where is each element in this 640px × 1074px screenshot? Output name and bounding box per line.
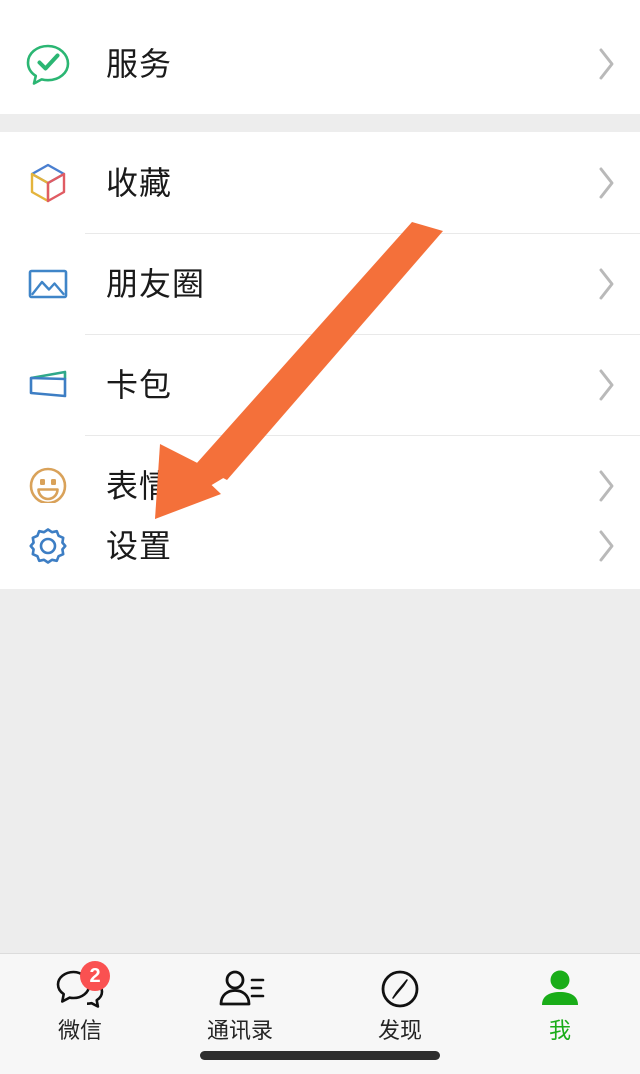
list-item-label: 服务 bbox=[106, 45, 173, 82]
cube-icon bbox=[20, 155, 76, 211]
tab-label-discover: 发现 bbox=[377, 1018, 422, 1043]
tab-wechat[interactable]: 2 微信 bbox=[0, 954, 160, 1074]
photos-icon bbox=[20, 256, 76, 312]
wallet-icon bbox=[20, 357, 76, 413]
contacts-icon bbox=[212, 966, 268, 1014]
main-card: 收藏 朋友圈 卡包 表情 bbox=[0, 132, 640, 536]
tab-me[interactable]: 我 bbox=[480, 954, 640, 1074]
list-item-settings[interactable]: 设置 bbox=[0, 503, 640, 589]
gear-icon bbox=[20, 518, 76, 574]
compass-icon bbox=[372, 966, 428, 1014]
list-item-favorites[interactable]: 收藏 bbox=[0, 132, 640, 233]
list-item-label: 卡包 bbox=[106, 366, 173, 403]
chevron-right-icon bbox=[596, 266, 618, 302]
chat-check-icon bbox=[20, 36, 76, 92]
list-item-label: 表情 bbox=[106, 467, 173, 504]
unread-badge: 2 bbox=[80, 961, 110, 991]
list-item-cards[interactable]: 卡包 bbox=[0, 334, 640, 435]
tab-label-me: 我 bbox=[548, 1018, 571, 1043]
wechat-me-screen: 服务 收藏 朋友圈 卡包 表情 设置 2 微信 通讯录 发现 我 bbox=[0, 0, 640, 1074]
chevron-right-icon bbox=[596, 46, 618, 82]
tab-label-wechat: 微信 bbox=[57, 1018, 102, 1043]
chevron-right-icon bbox=[596, 165, 618, 201]
chevron-right-icon bbox=[596, 468, 618, 504]
person-icon bbox=[532, 966, 588, 1014]
list-item-label: 朋友圈 bbox=[106, 265, 206, 302]
home-indicator bbox=[200, 1051, 440, 1060]
list-item-moments[interactable]: 朋友圈 bbox=[0, 233, 640, 334]
tab-label-contacts: 通讯录 bbox=[206, 1018, 273, 1043]
chat-bubbles-icon: 2 bbox=[52, 961, 110, 1014]
services-card: 服务 bbox=[0, 13, 640, 114]
chevron-right-icon bbox=[596, 528, 618, 564]
chevron-right-icon bbox=[596, 367, 618, 403]
list-item-services[interactable]: 服务 bbox=[0, 13, 640, 114]
settings-card: 设置 bbox=[0, 503, 640, 589]
list-item-label: 收藏 bbox=[106, 164, 173, 201]
list-item-label: 设置 bbox=[106, 528, 173, 564]
top-white-strip bbox=[0, 0, 640, 13]
